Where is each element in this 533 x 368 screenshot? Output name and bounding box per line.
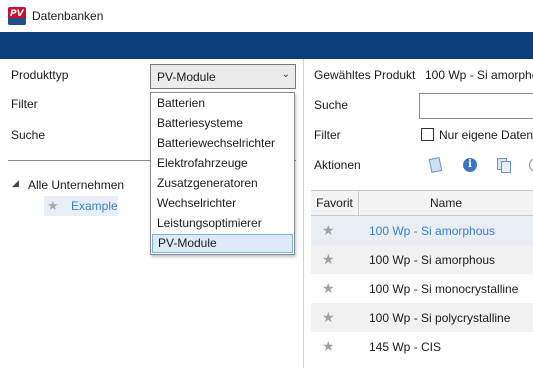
product-grid: Favorit Name ★ 100 Wp - Si amorphous ★ 1… [311, 190, 533, 368]
dropdown-option-zusatzgeneratoren[interactable]: Zusatzgeneratoren [152, 174, 293, 193]
tree-item-label: Example [71, 199, 118, 213]
dropdown-option-elektrofahrzeuge[interactable]: Elektrofahrzeuge [152, 154, 293, 173]
table-row[interactable]: ★ 145 Wp - CIS [311, 332, 533, 361]
table-row[interactable]: ★ 100 Wp - Si amorphous [311, 216, 533, 245]
dropdown-option-batteriesysteme[interactable]: Batteriesysteme [152, 114, 293, 133]
filter-label-right: Filter [314, 128, 341, 142]
row-name: 100 Wp - Si monocrystalline [369, 282, 519, 296]
dropdown-option-leistungsoptimierer[interactable]: Leistungsoptimierer [152, 214, 293, 233]
favorite-star-icon[interactable]: ★ [322, 251, 335, 268]
selected-product-label: Gewähltes Produkt [314, 68, 416, 82]
row-name: 145 Wp - CIS [369, 340, 442, 354]
favorite-star-icon[interactable]: ★ [322, 222, 335, 239]
dropdown-option-pv-module[interactable]: PV-Module [152, 234, 293, 253]
product-type-combobox[interactable]: PV-Module ⌄ [150, 64, 296, 89]
favorite-star-icon[interactable]: ★ [47, 198, 59, 214]
product-type-dropdown-list: Batterien Batteriesysteme Batteriewechse… [150, 92, 295, 255]
dropdown-option-batterien[interactable]: Batterien [152, 94, 293, 113]
tree-item-example[interactable]: ★ Example [44, 196, 118, 216]
dropdown-option-wechselrichter[interactable]: Wechselrichter [152, 194, 293, 213]
row-name: 100 Wp - Si amorphous [369, 224, 496, 238]
search-label-right: Suche [314, 98, 349, 112]
own-data-checkbox-label[interactable]: Nur eigene Daten [439, 128, 533, 142]
favorite-star-icon[interactable]: ★ [322, 338, 335, 355]
selected-product-value: 100 Wp - Si amorphous [425, 68, 533, 82]
document-icon[interactable] [428, 157, 444, 173]
column-header-name[interactable]: Name [359, 191, 533, 215]
own-data-checkbox[interactable] [421, 128, 434, 141]
product-type-label: Produkttyp [11, 68, 69, 82]
favorite-star-icon[interactable]: ★ [322, 309, 335, 326]
column-header-favorit[interactable]: Favorit [311, 191, 359, 215]
product-type-value: PV-Module [157, 70, 216, 84]
panel-splitter[interactable] [303, 59, 304, 368]
filter-label-left: Filter [11, 97, 38, 111]
title-bar: PV Datenbanken [0, 0, 533, 32]
window-title: Datenbanken [32, 9, 104, 23]
table-row[interactable]: ★ 100 Wp - Si amorphous [311, 245, 533, 274]
dropdown-option-batteriewechselrichter[interactable]: Batteriewechselrichter [152, 134, 293, 153]
search-input[interactable] [419, 93, 533, 119]
search-label-left: Suche [11, 128, 46, 142]
row-name: 100 Wp - Si amorphous [369, 253, 496, 267]
tree-collapse-icon[interactable]: ◢ [12, 178, 19, 189]
table-row[interactable]: ★ 100 Wp - Si polycrystalline [311, 303, 533, 332]
grid-header: Favorit Name [311, 190, 533, 216]
more-icon[interactable] [529, 157, 533, 173]
copy-icon[interactable] [496, 157, 512, 173]
info-icon[interactable]: i [462, 157, 478, 173]
chevron-down-icon: ⌄ [281, 69, 290, 80]
row-name: 100 Wp - Si polycrystalline [369, 311, 511, 325]
app-logo-icon: PV [8, 7, 26, 25]
header-bar [0, 32, 533, 59]
favorite-star-icon[interactable]: ★ [322, 280, 335, 297]
actions-label: Aktionen [314, 158, 361, 172]
table-row[interactable]: ★ 100 Wp - Si monocrystalline [311, 274, 533, 303]
tree-root-all-companies[interactable]: Alle Unternehmen [28, 178, 124, 192]
